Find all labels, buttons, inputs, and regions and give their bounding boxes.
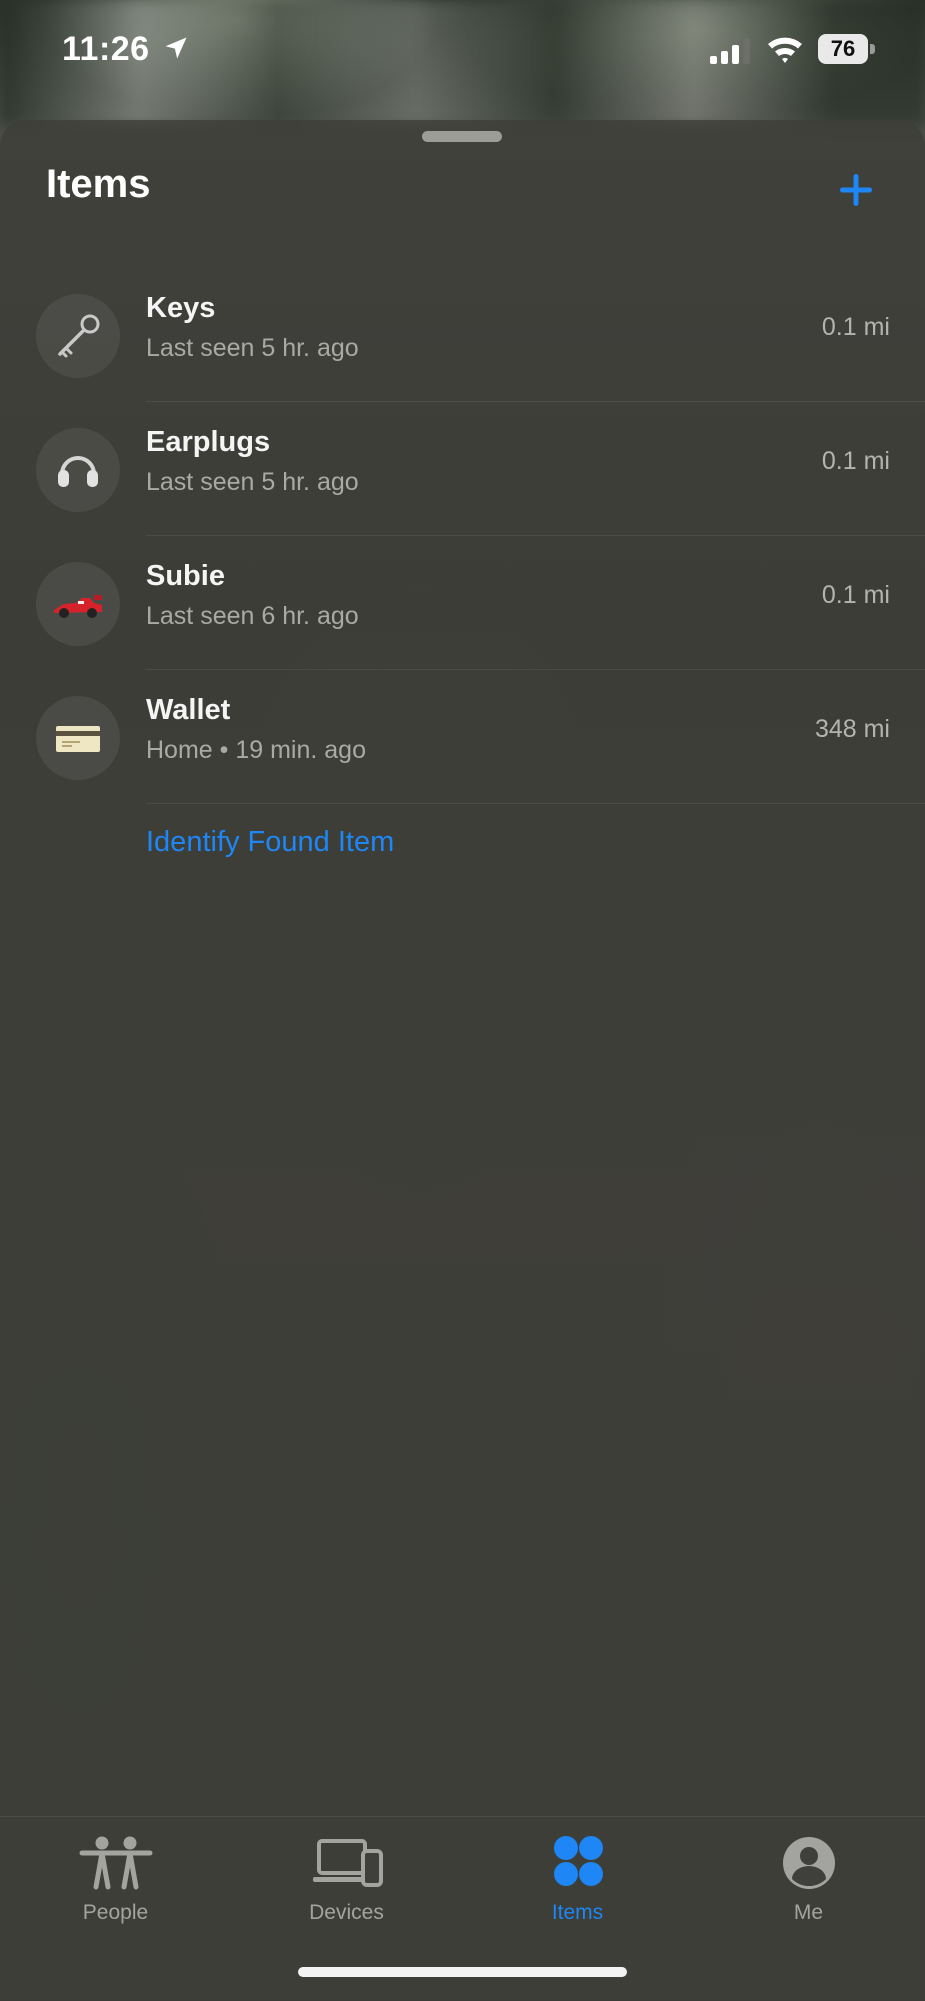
battery-level: 76 xyxy=(818,34,868,64)
item-name: Earplugs xyxy=(146,426,271,458)
item-distance: 0.1 mi xyxy=(821,313,890,341)
item-icon-container xyxy=(36,562,120,646)
tab-label: Items xyxy=(551,1901,604,1924)
item-last-seen: Last seen 6 hr. ago xyxy=(146,602,359,630)
item-icon-container xyxy=(36,428,120,512)
item-distance: 0.1 mi xyxy=(821,447,890,475)
item-name: Keys xyxy=(146,292,216,324)
item-icon-container xyxy=(36,696,120,780)
key-icon xyxy=(58,314,100,358)
battery-indicator: 76 xyxy=(818,34,876,64)
tab-people[interactable]: People xyxy=(0,1817,231,1937)
location-arrow-icon xyxy=(165,37,187,59)
items-list: Keys Last seen 5 hr. ago 0.1 mi Earplugs… xyxy=(0,268,925,804)
list-item-earplugs[interactable]: Earplugs Last seen 5 hr. ago 0.1 mi xyxy=(0,402,925,536)
cellular-signal-icon xyxy=(710,38,750,64)
list-item-wallet[interactable]: Wallet Home • 19 min. ago 348 mi xyxy=(0,670,925,804)
wifi-icon xyxy=(768,37,802,63)
item-name: Subie xyxy=(146,560,225,592)
sheet-grabber-handle[interactable] xyxy=(422,131,502,142)
tab-label: Me xyxy=(793,1901,824,1924)
item-distance: 348 mi xyxy=(814,715,890,743)
item-icon-container xyxy=(36,294,120,378)
credit-card-icon xyxy=(56,726,100,752)
tab-label: People xyxy=(82,1901,149,1924)
item-last-seen: Home • 19 min. ago xyxy=(146,736,366,764)
status-time: 11:26 xyxy=(62,30,150,68)
race-car-icon xyxy=(54,595,102,618)
item-distance: 0.1 mi xyxy=(821,581,890,609)
home-indicator[interactable] xyxy=(298,1967,627,1977)
tab-me[interactable]: Me xyxy=(693,1817,924,1937)
tab-items[interactable]: Items xyxy=(462,1817,693,1937)
item-last-seen: Last seen 5 hr. ago xyxy=(146,334,359,362)
people-icon xyxy=(79,1836,152,1890)
identify-found-item-link[interactable]: Identify Found Item xyxy=(146,826,394,859)
list-item-subie[interactable]: Subie Last seen 6 hr. ago 0.1 mi xyxy=(0,536,925,670)
divider xyxy=(146,803,925,804)
battery-tip xyxy=(870,44,875,54)
add-item-button[interactable] xyxy=(834,168,878,212)
tab-devices[interactable]: Devices xyxy=(231,1817,462,1937)
items-sheet: Items Keys Last seen 5 hr. ago 0.1 mi Ea… xyxy=(0,120,925,2000)
items-icon xyxy=(553,1836,603,1886)
tab-label: Devices xyxy=(309,1901,384,1924)
headphones-icon xyxy=(58,456,98,487)
person-circle-icon xyxy=(782,1837,835,1889)
list-item-keys[interactable]: Keys Last seen 5 hr. ago 0.1 mi xyxy=(0,268,925,402)
item-name: Wallet xyxy=(146,694,231,726)
page-title: Items xyxy=(46,162,151,206)
devices-icon xyxy=(312,1839,383,1887)
status-bar: 11:26 76 xyxy=(0,0,925,100)
item-last-seen: Last seen 5 hr. ago xyxy=(146,468,359,496)
